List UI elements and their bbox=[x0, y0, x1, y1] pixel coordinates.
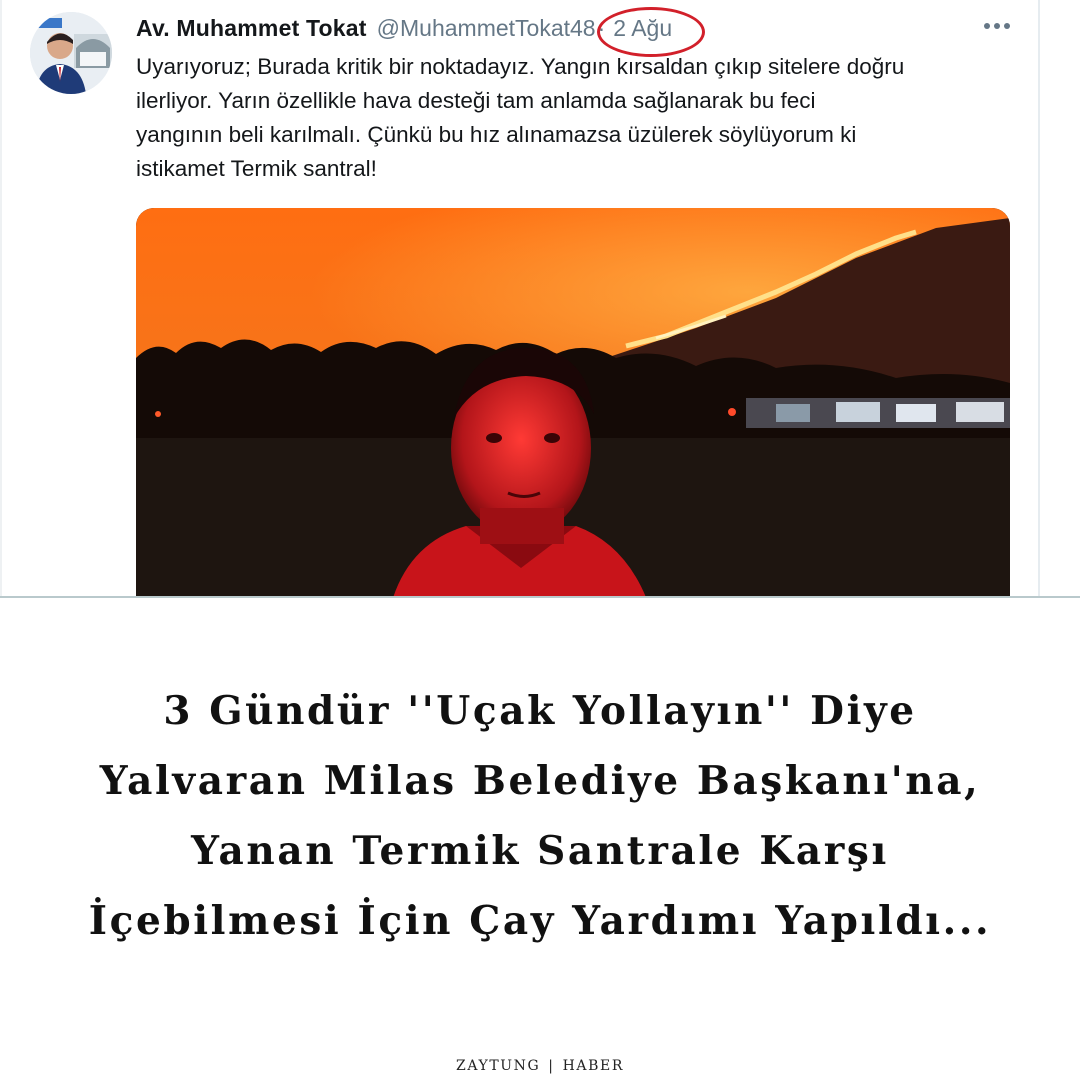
tweet-header: Av. Muhammet Tokat @MuhammetTokat48 · 2 … bbox=[136, 6, 706, 57]
headline-line-3: Yanan Termik Santrale Karşı bbox=[191, 828, 889, 874]
card-left-border bbox=[0, 0, 2, 598]
headline-line-4: İçebilmesi İçin Çay Yardımı Yapıldı... bbox=[88, 898, 992, 944]
more-horizontal-icon[interactable] bbox=[982, 14, 1012, 38]
user-handle[interactable]: @MuhammetTokat48 bbox=[377, 15, 596, 42]
avatar-image bbox=[30, 12, 112, 94]
red-circle-annotation bbox=[597, 6, 706, 57]
tweet-date[interactable]: 2 Ağu bbox=[597, 6, 706, 57]
wildfire-selfie-photo bbox=[136, 208, 1010, 598]
display-name[interactable]: Av. Muhammet Tokat bbox=[136, 15, 367, 42]
tweet-media-photo[interactable] bbox=[136, 208, 1010, 598]
tweet-card: Av. Muhammet Tokat @MuhammetTokat48 · 2 … bbox=[0, 0, 1080, 598]
section-divider bbox=[0, 596, 1080, 598]
headline-line-1: 3 Gündür ''Uçak Yollayın'' Diye bbox=[163, 688, 917, 734]
footer-brand: ZAYTUNG | HABER bbox=[0, 1058, 1080, 1074]
headline: 3 Gündür ''Uçak Yollayın'' Diye Yalvaran… bbox=[40, 676, 1040, 956]
tweet-text: Uyarıyoruz; Burada kritik bir noktadayız… bbox=[136, 54, 905, 181]
avatar[interactable] bbox=[30, 12, 112, 94]
footer-brand-name: ZAYTUNG bbox=[456, 1058, 541, 1074]
headline-line-2: Yalvaran Milas Belediye Başkanı'na, bbox=[99, 758, 981, 804]
footer-section: HABER bbox=[562, 1058, 624, 1074]
footer-separator: | bbox=[548, 1058, 555, 1074]
card-right-border bbox=[1038, 0, 1040, 598]
